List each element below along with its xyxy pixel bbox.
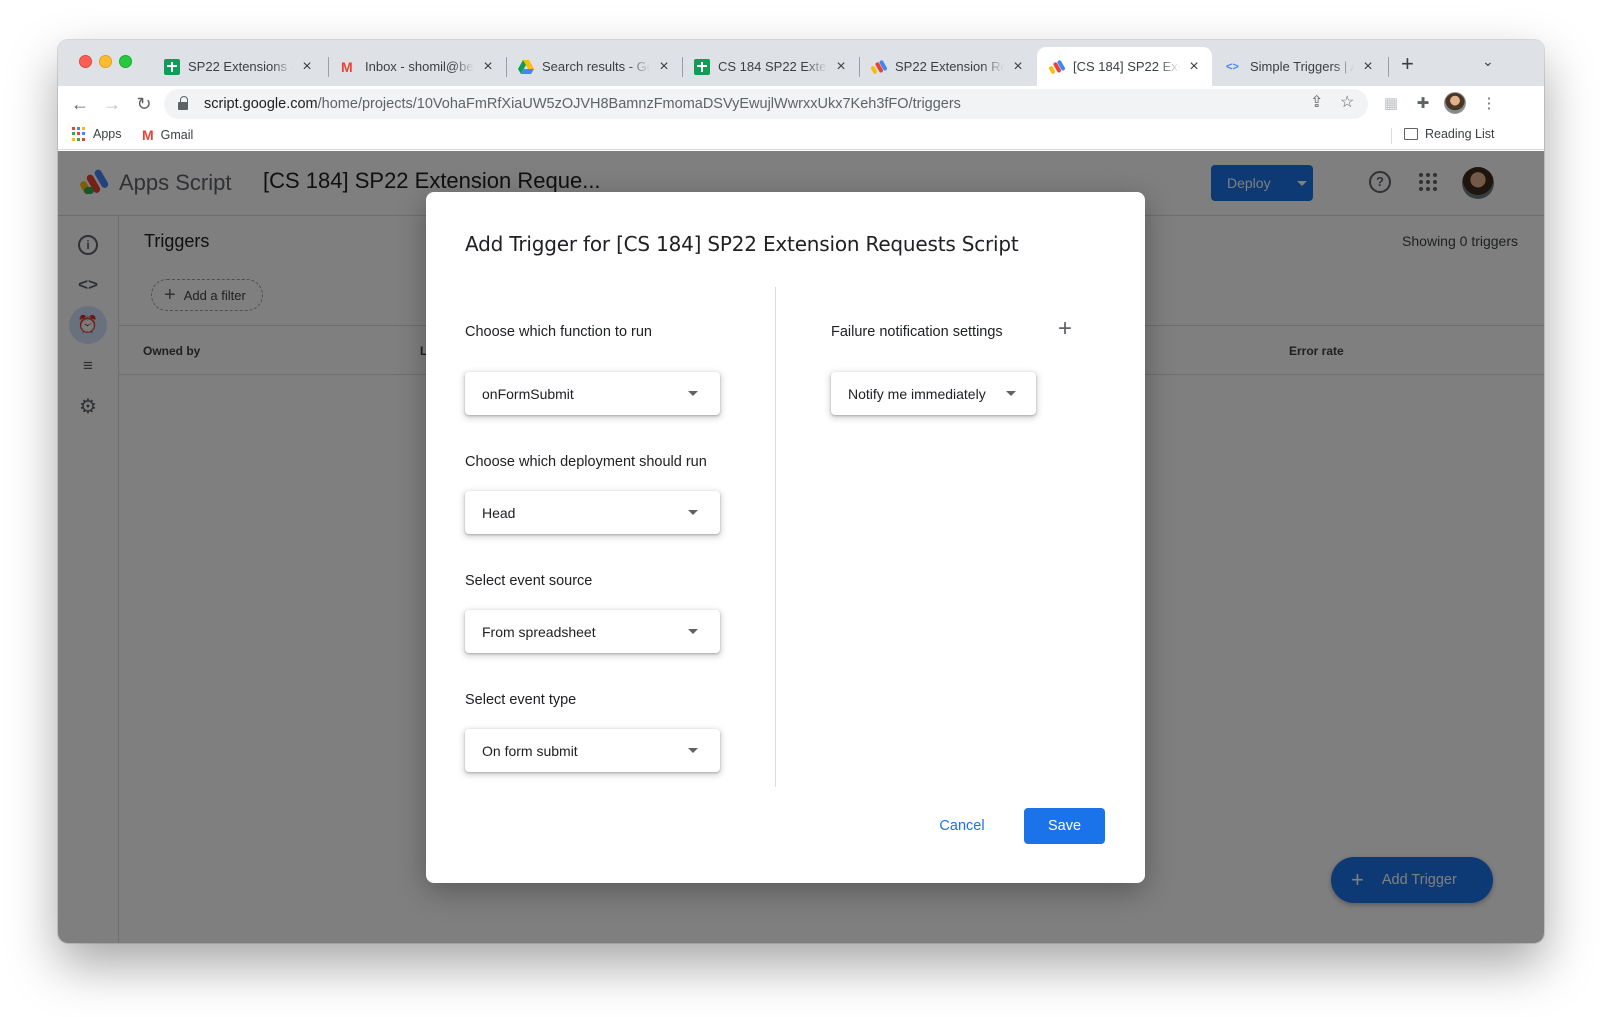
dropdown-arrow-icon [688,748,698,753]
profile-avatar[interactable] [1444,92,1466,114]
add-notification-plus-icon[interactable]: + [1058,317,1072,341]
extensions-puzzle-icon[interactable]: ✚ [1414,95,1432,113]
close-icon[interactable]: × [480,58,496,76]
browser-toolbar: ← → ↻ script.google.com/home/projects/10… [58,86,1544,122]
url-host: script.google.com [204,96,318,112]
tab-extension-requests[interactable]: SP22 Extension Requests × [859,47,1036,86]
cancel-button[interactable]: Cancel [922,808,1002,844]
save-button[interactable]: Save [1024,808,1105,844]
address-bar[interactable]: script.google.com/home/projects/10VohaFm… [164,89,1368,119]
bookmark-star-icon[interactable]: ☆ [1340,92,1354,112]
dialog-title: Add Trigger for [CS 184] SP22 Extension … [465,232,1019,256]
bookmark-gmail[interactable]: M Gmail [142,127,193,143]
function-select[interactable]: onFormSubmit [465,372,720,415]
sheets-icon [694,58,710,75]
drive-icon [518,59,534,75]
extension-placeholder-icon[interactable]: ▦ [1382,95,1400,113]
function-label: Choose which function to run [465,324,652,340]
tab-cs184-sheet[interactable]: CS 184 SP22 Extensions × [682,47,859,86]
share-icon[interactable]: ⇪ [1310,92,1323,112]
reading-list-icon [1404,128,1418,140]
deployment-label: Choose which deployment should run [465,454,707,470]
close-icon[interactable]: × [1186,58,1202,76]
close-icon[interactable]: × [299,58,315,76]
add-trigger-dialog: Add Trigger for [CS 184] SP22 Extension … [426,192,1145,883]
reload-icon[interactable]: ↻ [132,92,156,116]
close-icon[interactable]: × [656,58,672,76]
close-icon[interactable]: × [833,58,849,76]
browser-menu-icon[interactable]: ⋮ [1480,95,1498,113]
apps-script-icon [871,59,887,75]
bookmark-apps[interactable]: Apps [72,127,122,141]
apps-script-icon [1049,59,1065,75]
dropdown-arrow-icon [688,629,698,634]
dropdown-arrow-icon [688,391,698,396]
gmail-icon: M [341,58,353,75]
dialog-column-divider [775,287,776,787]
tab-separator [1388,57,1389,77]
dropdown-arrow-icon [688,510,698,515]
bookmarks-divider [1391,128,1392,144]
bookmarks-bar: Apps M Gmail Reading List [58,122,1544,150]
url-path: /home/projects/10VohaFmRfXiaUW5zOJVH8Bam… [317,96,961,112]
back-arrow-icon[interactable]: ← [68,92,92,116]
lock-icon [178,96,188,110]
deployment-select[interactable]: Head [465,491,720,534]
google-developers-icon: <> [1226,60,1239,73]
tab-search-chevron-icon[interactable]: ⌄ [1482,53,1494,70]
minimize-window-button[interactable] [99,55,112,68]
zoom-window-button[interactable] [119,55,132,68]
reading-list-button[interactable]: Reading List [1404,127,1495,141]
new-tab-button[interactable]: + [1401,51,1414,77]
gmail-icon: M [142,127,154,143]
close-window-button[interactable] [79,55,92,68]
browser-window: SP22 Extensions - G × M Inbox - shomil@b… [58,40,1544,943]
failure-notification-select[interactable]: Notify me immediately [831,372,1036,415]
tab-sp22-extensions[interactable]: SP22 Extensions - G × [152,47,325,86]
tab-cs184-script-active[interactable]: [CS 184] SP22 Extension × [1037,47,1212,86]
event-type-label: Select event type [465,692,577,708]
close-icon[interactable]: × [1010,58,1026,76]
tab-drive-search[interactable]: Search results - Google Drive × [506,47,682,86]
apps-script-app: Apps Script [CS 184] SP22 Extension Requ… [58,151,1544,943]
apps-grid-icon [72,127,86,141]
tab-simple-triggers[interactable]: <> Simple Triggers | Apps Script × [1214,47,1386,86]
event-source-label: Select event source [465,573,593,589]
tab-strip: SP22 Extensions - G × M Inbox - shomil@b… [58,40,1544,86]
sheets-icon [164,58,180,75]
failure-notification-label: Failure notification settings [831,324,1003,340]
close-icon[interactable]: × [1360,58,1376,76]
event-type-select[interactable]: On form submit [465,729,720,772]
tab-inbox[interactable]: M Inbox - shomil@berkeley × [329,47,506,86]
event-source-select[interactable]: From spreadsheet [465,610,720,653]
dropdown-arrow-icon [1006,391,1016,396]
forward-arrow-icon[interactable]: → [100,92,124,116]
